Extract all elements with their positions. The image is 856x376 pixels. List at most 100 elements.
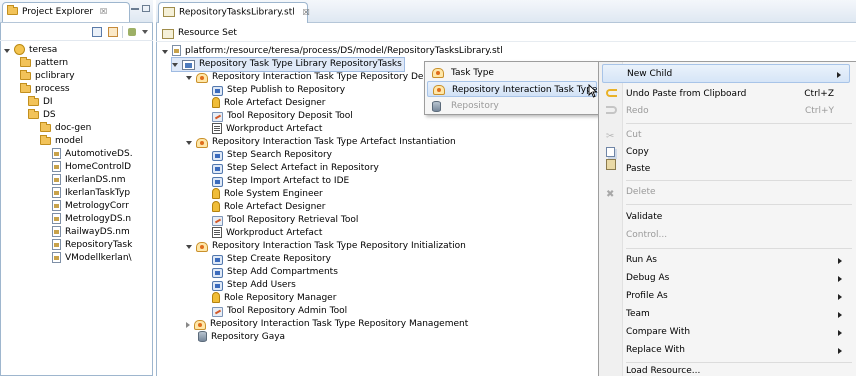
tree-item-process[interactable]: process — [20, 82, 70, 96]
tree-item-label: Repository Interaction Task Type Reposit… — [212, 241, 466, 251]
tree-item-task-type[interactable]: Repository Interaction Task Type Reposit… — [186, 71, 445, 84]
tree-item-label: Repository Gaya — [211, 332, 286, 342]
menu-item-new-child[interactable]: New Child — [602, 64, 850, 83]
menu-item-debug-as[interactable]: Debug As — [602, 269, 850, 288]
tree-item-tool[interactable]: Tool Repository Deposit Tool — [212, 110, 353, 123]
resource-set-header[interactable]: Resource Set — [156, 24, 856, 42]
menu-item-repository[interactable]: Repository — [427, 98, 597, 114]
close-icon[interactable]: ☒ — [303, 8, 310, 17]
tree-item-repository[interactable]: Repository Gaya — [198, 331, 285, 344]
close-icon[interactable]: ☒ — [100, 7, 107, 16]
tree-item-workproduct[interactable]: Workproduct Artefact — [212, 227, 322, 240]
library-icon — [182, 59, 195, 70]
tree-item-role[interactable]: Role System Engineer — [212, 188, 323, 201]
tree-item-task-type[interactable]: Repository Interaction Task Type Reposit… — [186, 318, 468, 331]
tree-item-label: Step Publish to Repository — [227, 85, 346, 95]
tree-item-role[interactable]: Role Repository Manager — [212, 292, 336, 305]
expand-icon[interactable] — [186, 244, 192, 249]
step-icon — [212, 85, 223, 96]
view-menu-icon[interactable] — [142, 30, 148, 34]
menu-item-team[interactable]: Team — [602, 305, 850, 324]
expand-icon[interactable] — [4, 48, 10, 53]
tree-item-file[interactable]: RepositoryTask — [52, 239, 132, 252]
folder-icon — [40, 121, 51, 132]
expand-icon[interactable] — [186, 75, 192, 80]
tree-item-label: Role Repository Manager — [224, 293, 337, 303]
menu-item-redo[interactable]: Redo Ctrl+Y — [602, 102, 850, 121]
tree-item-tool[interactable]: Tool Repository Admin Tool — [212, 305, 347, 318]
shortcut-label: Ctrl+Y — [804, 106, 834, 116]
tree-item-step[interactable]: Step Add Compartments — [212, 266, 338, 279]
tree-item-step[interactable]: Step Create Repository — [212, 253, 331, 266]
minimize-icon[interactable] — [131, 8, 139, 10]
tree-item-task-type[interactable]: Repository Interaction Task Type Artefac… — [186, 136, 456, 149]
menu-item-profile-as[interactable]: Profile As — [602, 287, 850, 306]
tree-item-step[interactable]: Step Select Artefact in Repository — [212, 162, 379, 175]
tree-item-model[interactable]: model — [40, 134, 83, 148]
tree-item-role[interactable]: Role Artefact Designer — [212, 201, 326, 214]
menu-item-run-as[interactable]: Run As — [602, 251, 850, 270]
tree-item-file[interactable]: IkerlanTaskTyp — [52, 187, 130, 200]
tree-item-file[interactable]: RailwayDS.nm — [52, 226, 130, 239]
collapse-all-icon[interactable] — [92, 27, 102, 37]
menu-item-paste[interactable]: Paste — [602, 159, 850, 179]
tree-item-label: platform:/resource/teresa/process/DS/mod… — [185, 46, 503, 56]
repository-task-type-icon — [196, 137, 208, 148]
tree-item-file[interactable]: MetrologyDS.n — [52, 213, 131, 226]
tree-item-ds[interactable]: DS — [28, 108, 56, 122]
tree-item-step[interactable]: Step Search Repository — [212, 149, 332, 162]
tree-item-workproduct[interactable]: Workproduct Artefact — [212, 123, 322, 136]
menu-item-load-resource[interactable]: Load Resource... — [602, 365, 850, 376]
menu-item-delete[interactable]: Delete — [602, 183, 850, 204]
tree-item-tool[interactable]: Tool Repository Retrieval Tool — [212, 214, 358, 227]
tree-item-pattern[interactable]: pattern — [20, 56, 68, 70]
tree-item-pclibrary[interactable]: pclibrary — [20, 69, 75, 83]
tree-item-label: process — [35, 84, 70, 94]
repository-icon — [432, 101, 441, 112]
menu-item-label: Profile As — [626, 291, 668, 301]
tree-item-label: Tool Repository Deposit Tool — [227, 111, 353, 121]
step-icon — [212, 176, 223, 187]
tree-item-role[interactable]: Role Artefact Designer — [212, 97, 326, 110]
tree-item-file[interactable]: AutomotiveDS. — [52, 148, 133, 161]
filter-icon[interactable] — [128, 28, 136, 36]
menu-item-repository-interaction-task-type[interactable]: Repository Interaction Task Type — [427, 81, 597, 97]
tree-item-resource[interactable]: platform:/resource/teresa/process/DS/mod… — [162, 45, 503, 58]
maximize-icon[interactable] — [142, 5, 150, 12]
link-with-editor-icon[interactable] — [108, 27, 118, 37]
file-icon — [52, 174, 61, 185]
menu-item-task-type[interactable]: Task Type — [427, 65, 597, 81]
new-child-submenu: Task Type Repository Interaction Task Ty… — [424, 61, 600, 115]
tree-item-label: DS — [43, 110, 56, 120]
collapsed-icon[interactable] — [186, 321, 190, 328]
repository-task-type-icon — [194, 319, 206, 330]
tree-item-teresa[interactable]: teresa — [4, 44, 57, 57]
menu-item-replace-with[interactable]: Replace With — [602, 341, 850, 360]
expand-icon[interactable] — [186, 140, 192, 145]
tree-item-file[interactable]: HomeControlD — [52, 161, 131, 174]
tree-item-file[interactable]: MetrologyCorr — [52, 200, 129, 213]
tree-item-doc-gen[interactable]: doc-gen — [40, 121, 91, 135]
expand-icon[interactable] — [162, 49, 168, 54]
tab-repository-tasks-library[interactable]: RepositoryTasksLibrary.stl ☒ — [158, 2, 310, 23]
tree-item-step[interactable]: Step Import Artefact to IDE — [212, 175, 349, 188]
menu-item-control[interactable]: Control... — [602, 226, 850, 245]
menu-separator — [626, 248, 852, 249]
role-icon — [212, 201, 220, 212]
tree-item-task-type[interactable]: Repository Interaction Task Type Reposit… — [186, 240, 466, 253]
tab-project-explorer[interactable]: Project Explorer ☒ — [2, 2, 130, 22]
menu-item-label: Debug As — [626, 273, 670, 283]
menu-item-validate[interactable]: Validate — [602, 208, 850, 227]
menu-item-compare-with[interactable]: Compare With — [602, 323, 850, 342]
tree-item-di[interactable]: DI — [28, 95, 53, 109]
step-icon — [212, 267, 223, 278]
tree-item-file[interactable]: IkerlanDS.nm — [52, 174, 125, 187]
tree-item-file[interactable]: VModellkerlan\ — [52, 252, 132, 265]
tree-item-step[interactable]: Step Add Users — [212, 279, 296, 292]
tree-item-library[interactable]: Repository Task Type Library RepositoryT… — [171, 57, 405, 72]
expand-icon[interactable] — [172, 62, 178, 67]
menu-item-label: Paste — [626, 164, 651, 174]
folder-icon — [20, 82, 31, 93]
tree-item-step[interactable]: Step Publish to Repository — [212, 84, 345, 97]
editor-tabbar: RepositoryTasksLibrary.stl ☒ — [156, 0, 856, 23]
